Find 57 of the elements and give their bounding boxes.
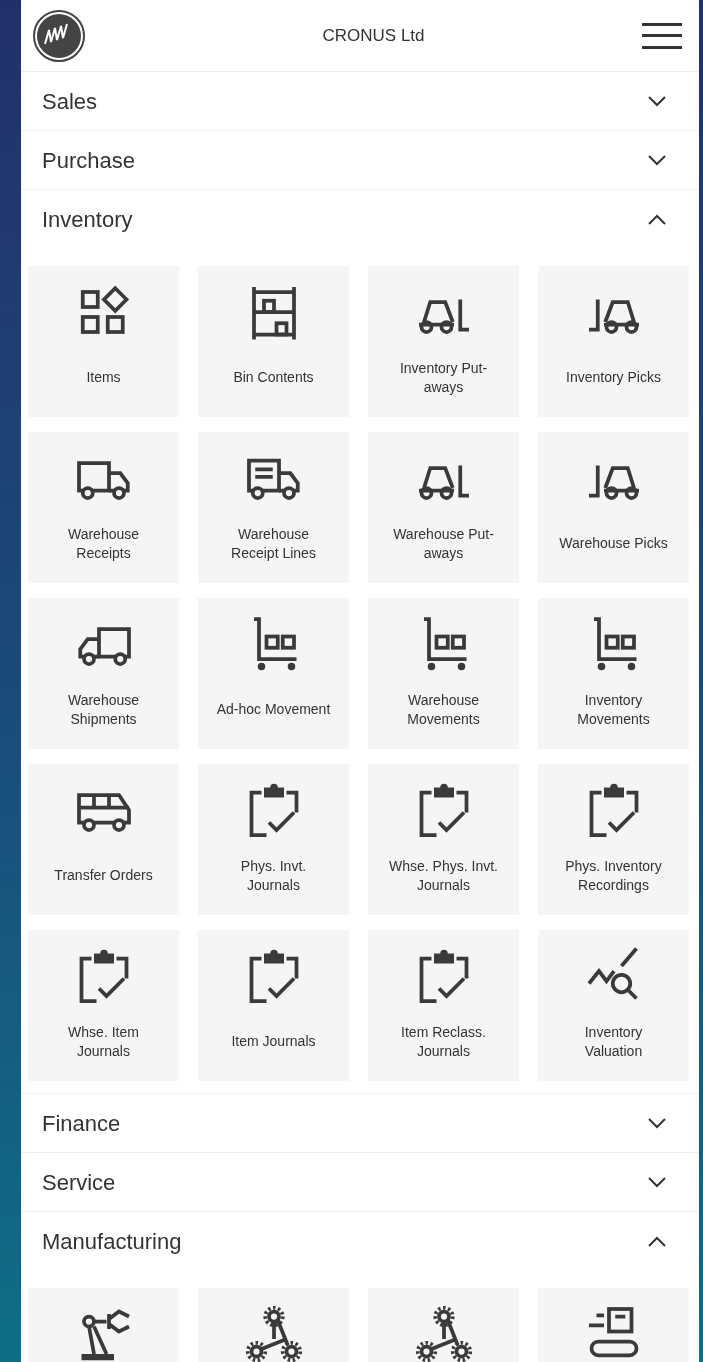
section-header[interactable]: Finance <box>21 1094 699 1152</box>
tile-label: Item Journals <box>231 1032 316 1051</box>
gears-icon <box>243 1304 304 1362</box>
tile[interactable]: Whse. Phys. Invt. Journals <box>368 764 519 915</box>
chevron-down-icon <box>647 95 667 107</box>
chevron-down-icon <box>647 1176 667 1188</box>
tile[interactable]: Warehouse Movements <box>368 598 519 749</box>
tile-label: Ad-hoc Movement <box>216 700 331 719</box>
tile-label: Whse. Phys. Invt. Journals <box>388 856 499 895</box>
tile-label: Bin Contents <box>233 368 314 387</box>
tile-label: Inventory Put-aways <box>398 358 489 397</box>
tile-label: Warehouse Receipt Lines <box>230 524 317 563</box>
tile-label: Inventory Valuation <box>583 1022 644 1061</box>
tile-label: Phys. Inventory Recordings <box>564 856 663 895</box>
tile[interactable]: Item Reclass. Journals <box>368 930 519 1081</box>
tile[interactable]: Inventory Picks <box>538 266 689 417</box>
tile[interactable]: Phys. Invt. Journals <box>198 764 349 915</box>
section-header[interactable]: Manufacturing <box>21 1212 699 1270</box>
company-title: CRONUS Ltd <box>322 24 425 47</box>
tile[interactable]: Warehouse Put-aways <box>368 432 519 583</box>
chevron-up-icon <box>647 213 667 225</box>
tile[interactable]: Inventory Valuation <box>538 930 689 1081</box>
gears-icon <box>413 1304 474 1362</box>
chevron-down-icon <box>647 1117 667 1129</box>
tile[interactable]: Bin Contents <box>198 266 349 417</box>
tile-label: Whse. Item Journals <box>67 1022 140 1061</box>
tile-label: Warehouse Shipments <box>66 690 141 729</box>
tile-label: Transfer Orders <box>54 866 153 885</box>
tile-label: Inventory Movements <box>576 690 651 729</box>
tile[interactable]: Warehouse Receipt Lines <box>198 432 349 583</box>
tile-label: Inventory Picks <box>566 368 661 387</box>
tile[interactable]: Inventory Put-aways <box>368 266 519 417</box>
tile-label: Warehouse Movements <box>406 690 481 729</box>
tile-label: Item Reclass. Journals <box>400 1022 487 1061</box>
tile[interactable]: Phys. Inventory Recordings <box>538 764 689 915</box>
tile[interactable]: Ad-hoc Movement <box>198 598 349 749</box>
tile[interactable]: Item Journals <box>198 930 349 1081</box>
tile[interactable]: Items <box>28 266 179 417</box>
logo-icon[interactable] <box>33 9 85 62</box>
chevron-down-icon <box>647 154 667 166</box>
tile[interactable]: Transfer Orders <box>28 764 179 915</box>
section-header[interactable]: Sales <box>21 72 699 130</box>
section-header[interactable]: Purchase <box>21 131 699 189</box>
chevron-up-icon <box>647 1235 667 1247</box>
tile[interactable]: Warehouse Picks <box>538 432 689 583</box>
tile-label: Phys. Invt. Journals <box>239 856 308 895</box>
section-header[interactable]: Service <box>21 1153 699 1211</box>
tile[interactable]: Warehouse Shipments <box>28 598 179 749</box>
tile-label: Warehouse Picks <box>559 534 668 553</box>
section-header[interactable]: Inventory <box>21 190 699 248</box>
tile-label: Warehouse Receipts <box>66 524 141 563</box>
tile[interactable]: Warehouse Receipts <box>28 432 179 583</box>
tile[interactable]: Inventory Movements <box>538 598 689 749</box>
tile-label: Warehouse Put-aways <box>392 524 495 563</box>
tile-label: Items <box>86 368 121 387</box>
menu-icon[interactable] <box>642 22 682 49</box>
tile[interactable]: Whse. Item Journals <box>28 930 179 1081</box>
